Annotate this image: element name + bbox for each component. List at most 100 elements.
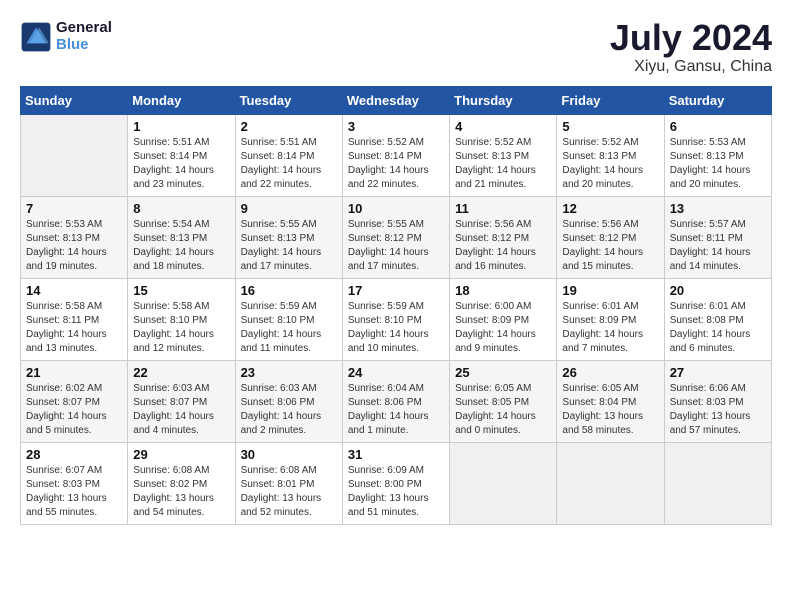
day-info: Sunrise: 6:08 AM Sunset: 8:01 PM Dayligh… (241, 464, 337, 520)
day-info: Sunrise: 5:53 AM Sunset: 8:13 PM Dayligh… (26, 218, 122, 274)
day-info: Sunrise: 5:58 AM Sunset: 8:10 PM Dayligh… (133, 300, 229, 356)
column-header-tuesday: Tuesday (235, 87, 342, 115)
day-number: 15 (133, 283, 229, 298)
calendar-cell: 22Sunrise: 6:03 AM Sunset: 8:07 PM Dayli… (128, 361, 235, 443)
day-info: Sunrise: 6:00 AM Sunset: 8:09 PM Dayligh… (455, 300, 551, 356)
column-header-thursday: Thursday (450, 87, 557, 115)
calendar-cell: 27Sunrise: 6:06 AM Sunset: 8:03 PM Dayli… (664, 361, 771, 443)
calendar-cell: 10Sunrise: 5:55 AM Sunset: 8:12 PM Dayli… (342, 197, 449, 279)
day-info: Sunrise: 5:51 AM Sunset: 8:14 PM Dayligh… (241, 136, 337, 192)
column-header-monday: Monday (128, 87, 235, 115)
day-number: 13 (670, 201, 766, 216)
day-number: 28 (26, 447, 122, 462)
day-number: 10 (348, 201, 444, 216)
logo-line1: General (56, 20, 112, 37)
day-info: Sunrise: 5:52 AM Sunset: 8:13 PM Dayligh… (562, 136, 658, 192)
logo-icon (20, 21, 52, 53)
day-number: 27 (670, 365, 766, 380)
day-info: Sunrise: 5:54 AM Sunset: 8:13 PM Dayligh… (133, 218, 229, 274)
calendar-cell: 15 Sunrise: 5:58 AM Sunset: 8:10 PM Dayli… (128, 279, 235, 361)
calendar-body: 1 Sunrise: 5:51 AM Sunset: 8:14 PM Daylig… (21, 115, 772, 525)
day-number: 30 (241, 447, 337, 462)
calendar-cell: 19 Sunrise: 6:01 AM Sunset: 8:09 PM Dayli… (557, 279, 664, 361)
calendar-cell (450, 443, 557, 525)
column-header-saturday: Saturday (664, 87, 771, 115)
calendar-cell: 31Sunrise: 6:09 AM Sunset: 8:00 PM Dayli… (342, 443, 449, 525)
calendar-cell: 3Sunrise: 5:52 AM Sunset: 8:14 PM Daylig… (342, 115, 449, 197)
calendar-cell: 20Sunrise: 6:01 AM Sunset: 8:08 PM Dayli… (664, 279, 771, 361)
day-number: 19 (562, 283, 658, 298)
day-info: Sunrise: 5:57 AM Sunset: 8:11 PM Dayligh… (670, 218, 766, 274)
calendar-cell (557, 443, 664, 525)
column-header-sunday: Sunday (21, 87, 128, 115)
day-info: Sunrise: 5:56 AM Sunset: 8:12 PM Dayligh… (455, 218, 551, 274)
day-info: Sunrise: 6:03 AM Sunset: 8:06 PM Dayligh… (241, 382, 337, 438)
calendar-cell: 11 Sunrise: 5:56 AM Sunset: 8:12 PM Dayli… (450, 197, 557, 279)
week-row-1: 1 Sunrise: 5:51 AM Sunset: 8:14 PM Daylig… (21, 115, 772, 197)
day-info: Sunrise: 5:59 AM Sunset: 8:10 PM Dayligh… (348, 300, 444, 356)
calendar-cell: 7 Sunrise: 5:53 AM Sunset: 8:13 PM Daylig… (21, 197, 128, 279)
calendar-cell: 23 Sunrise: 6:03 AM Sunset: 8:06 PM Dayli… (235, 361, 342, 443)
day-info: Sunrise: 5:51 AM Sunset: 8:14 PM Dayligh… (133, 136, 229, 192)
day-info: Sunrise: 5:52 AM Sunset: 8:13 PM Dayligh… (455, 136, 551, 192)
calendar-cell: 28Sunrise: 6:07 AM Sunset: 8:03 PM Dayli… (21, 443, 128, 525)
calendar-cell: 16Sunrise: 5:59 AM Sunset: 8:10 PM Dayli… (235, 279, 342, 361)
day-number: 14 (26, 283, 122, 298)
logo-text: General Blue (56, 20, 112, 53)
calendar-cell: 24Sunrise: 6:04 AM Sunset: 8:06 PM Dayli… (342, 361, 449, 443)
day-number: 1 (133, 119, 229, 134)
day-info: Sunrise: 6:08 AM Sunset: 8:02 PM Dayligh… (133, 464, 229, 520)
calendar-cell: 29Sunrise: 6:08 AM Sunset: 8:02 PM Dayli… (128, 443, 235, 525)
day-number: 17 (348, 283, 444, 298)
calendar-header: SundayMondayTuesdayWednesdayThursdayFrid… (21, 87, 772, 115)
calendar-cell: 4 Sunrise: 5:52 AM Sunset: 8:13 PM Daylig… (450, 115, 557, 197)
week-row-3: 14Sunrise: 5:58 AM Sunset: 8:11 PM Dayli… (21, 279, 772, 361)
day-number: 8 (133, 201, 229, 216)
calendar-cell: 17 Sunrise: 5:59 AM Sunset: 8:10 PM Dayli… (342, 279, 449, 361)
day-number: 12 (562, 201, 658, 216)
logo-line2: Blue (56, 37, 112, 54)
calendar-cell: 18Sunrise: 6:00 AM Sunset: 8:09 PM Dayli… (450, 279, 557, 361)
day-number: 11 (455, 201, 551, 216)
day-info: Sunrise: 5:55 AM Sunset: 8:13 PM Dayligh… (241, 218, 337, 274)
calendar-cell: 12 Sunrise: 5:56 AM Sunset: 8:12 PM Dayli… (557, 197, 664, 279)
column-header-friday: Friday (557, 87, 664, 115)
day-info: Sunrise: 5:52 AM Sunset: 8:14 PM Dayligh… (348, 136, 444, 192)
day-info: Sunrise: 6:01 AM Sunset: 8:08 PM Dayligh… (670, 300, 766, 356)
calendar-cell: 9 Sunrise: 5:55 AM Sunset: 8:13 PM Daylig… (235, 197, 342, 279)
day-info: Sunrise: 6:01 AM Sunset: 8:09 PM Dayligh… (562, 300, 658, 356)
day-info: Sunrise: 5:53 AM Sunset: 8:13 PM Dayligh… (670, 136, 766, 192)
week-row-5: 28Sunrise: 6:07 AM Sunset: 8:03 PM Dayli… (21, 443, 772, 525)
calendar-cell: 8 Sunrise: 5:54 AM Sunset: 8:13 PM Daylig… (128, 197, 235, 279)
title-block: July 2024 Xiyu, Gansu, China (610, 20, 772, 76)
day-number: 4 (455, 119, 551, 134)
logo: General Blue (20, 20, 112, 53)
day-number: 6 (670, 119, 766, 134)
column-header-wednesday: Wednesday (342, 87, 449, 115)
page-header: General Blue July 2024 Xiyu, Gansu, Chin… (20, 20, 772, 76)
day-info: Sunrise: 6:05 AM Sunset: 8:04 PM Dayligh… (562, 382, 658, 438)
day-number: 25 (455, 365, 551, 380)
day-info: Sunrise: 6:02 AM Sunset: 8:07 PM Dayligh… (26, 382, 122, 438)
calendar-cell: 6 Sunrise: 5:53 AM Sunset: 8:13 PM Daylig… (664, 115, 771, 197)
day-info: Sunrise: 5:56 AM Sunset: 8:12 PM Dayligh… (562, 218, 658, 274)
calendar-cell: 21Sunrise: 6:02 AM Sunset: 8:07 PM Dayli… (21, 361, 128, 443)
day-info: Sunrise: 6:03 AM Sunset: 8:07 PM Dayligh… (133, 382, 229, 438)
calendar-cell: 30 Sunrise: 6:08 AM Sunset: 8:01 PM Dayli… (235, 443, 342, 525)
calendar-cell (664, 443, 771, 525)
calendar-cell: 25Sunrise: 6:05 AM Sunset: 8:05 PM Dayli… (450, 361, 557, 443)
calendar-cell: 5 Sunrise: 5:52 AM Sunset: 8:13 PM Daylig… (557, 115, 664, 197)
calendar-cell: 14Sunrise: 5:58 AM Sunset: 8:11 PM Dayli… (21, 279, 128, 361)
week-row-2: 7 Sunrise: 5:53 AM Sunset: 8:13 PM Daylig… (21, 197, 772, 279)
day-number: 5 (562, 119, 658, 134)
day-number: 16 (241, 283, 337, 298)
calendar-cell (21, 115, 128, 197)
calendar-cell: 2Sunrise: 5:51 AM Sunset: 8:14 PM Daylig… (235, 115, 342, 197)
calendar-cell: 13 Sunrise: 5:57 AM Sunset: 8:11 PM Dayli… (664, 197, 771, 279)
calendar-cell: 26Sunrise: 6:05 AM Sunset: 8:04 PM Dayli… (557, 361, 664, 443)
day-number: 23 (241, 365, 337, 380)
day-number: 7 (26, 201, 122, 216)
day-number: 9 (241, 201, 337, 216)
month-title: July 2024 (610, 20, 772, 56)
day-number: 24 (348, 365, 444, 380)
